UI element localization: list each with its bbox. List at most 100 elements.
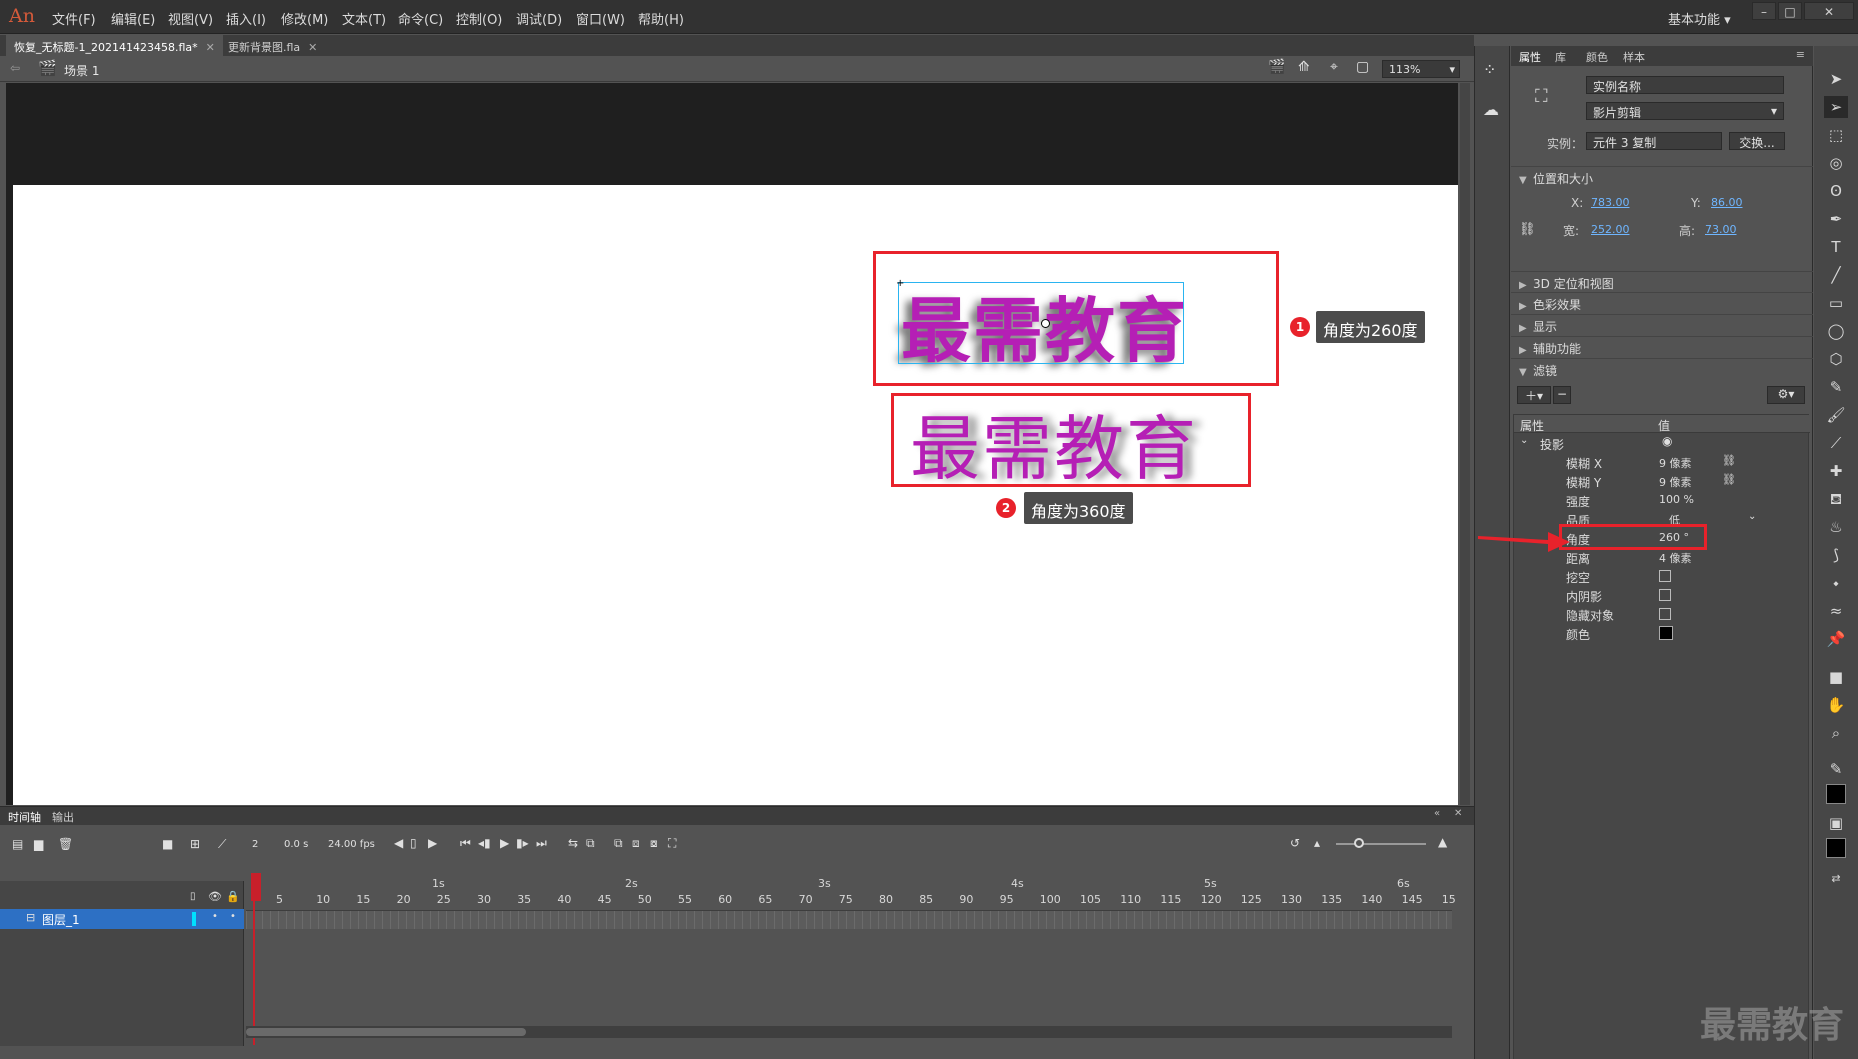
close-icon[interactable]: ✕ <box>308 41 317 54</box>
hide-object-checkbox[interactable] <box>1659 608 1671 620</box>
knockout-checkbox[interactable] <box>1659 570 1671 582</box>
height-value[interactable]: 73.00 <box>1705 223 1737 236</box>
pencil-tool-icon[interactable]: ✎ <box>1824 376 1848 398</box>
layer-name[interactable]: 图层_1 <box>42 911 80 928</box>
delete-layer-icon[interactable]: 🗑 <box>58 837 73 851</box>
prev-frame-icon[interactable]: ◂▮ <box>478 836 491 850</box>
swap-button[interactable]: 交换... <box>1729 132 1785 150</box>
free-transform-icon[interactable]: ⬚ <box>1824 124 1848 146</box>
tab-timeline[interactable]: 时间轴 <box>8 809 41 825</box>
menu-edit[interactable]: 编辑(E) <box>111 9 155 28</box>
filter-row-drop-shadow[interactable]: ⌄ 投影 ◉ <box>1514 433 1810 452</box>
camera-icon[interactable]: ■ <box>162 837 173 851</box>
frame-size-slider[interactable] <box>1336 838 1426 848</box>
visibility-dot[interactable]: • <box>212 911 218 922</box>
brush-tool-icon[interactable]: ⟋ <box>1824 432 1848 454</box>
tab-color[interactable]: 颜色 <box>1586 49 1608 65</box>
filter-row[interactable]: 强度 100 % <box>1514 490 1810 509</box>
frame-rate[interactable]: 24.00 fps <box>328 839 375 850</box>
add-filter-button[interactable]: ＋▾ <box>1517 386 1551 404</box>
chevron-down-icon[interactable]: ⌄ <box>1748 511 1756 522</box>
filter-prop-value[interactable]: 4 像素 <box>1659 550 1692 566</box>
link-icon[interactable]: ⛓ <box>1722 454 1736 467</box>
graph-icon[interactable]: ⟋ <box>218 837 226 852</box>
last-frame-icon[interactable]: ⏭ <box>536 836 547 851</box>
swap-colors-icon[interactable]: ⇄ <box>1824 868 1848 890</box>
play-icon[interactable]: ▶ <box>500 836 509 850</box>
workspace-switcher[interactable]: 基本功能 ▾ <box>1668 9 1731 28</box>
back-arrow-icon[interactable]: ⇦ <box>10 61 20 75</box>
center-playhead-icon[interactable]: ▯ <box>410 836 417 850</box>
polystar-tool-icon[interactable]: ⬡ <box>1824 348 1848 370</box>
shadow-color-swatch[interactable] <box>1659 626 1673 640</box>
link-icon[interactable]: ⛓ <box>1722 473 1736 486</box>
loop-icon[interactable]: ⇆ <box>568 836 578 850</box>
maximize-button[interactable]: □ <box>1778 2 1802 20</box>
new-layer-icon[interactable]: ▤ <box>12 837 23 851</box>
stroke-color-swatch[interactable] <box>1826 784 1846 804</box>
stage-vertical-scrollbar[interactable] <box>1460 83 1470 805</box>
close-icon[interactable]: ✕ <box>1454 808 1462 819</box>
inner-shadow-checkbox[interactable] <box>1659 589 1671 601</box>
menu-debug[interactable]: 调试(D) <box>516 9 562 28</box>
remove-filter-button[interactable]: − <box>1553 386 1571 404</box>
zoom-select[interactable]: 113% ▾ <box>1382 60 1460 78</box>
section-filters[interactable]: ▼ 滤镜 <box>1511 358 1813 378</box>
subselection-tool-icon[interactable]: ➢ <box>1824 96 1848 118</box>
width-tool-icon[interactable]: ≈ <box>1824 600 1848 622</box>
filter-row[interactable]: 挖空 <box>1514 566 1810 585</box>
tab-output[interactable]: 输出 <box>52 809 74 825</box>
filter-row[interactable]: 模糊 Y 9 像素 ⛓ <box>1514 471 1810 490</box>
edit-symbol-icon[interactable]: ⟰ <box>1298 59 1310 75</box>
current-frame[interactable]: 2 <box>252 839 258 850</box>
marker-right-icon[interactable]: ▶ <box>428 836 437 850</box>
zoom-out-icon[interactable]: ▴ <box>1314 836 1320 850</box>
zoom-in-icon[interactable]: ▲ <box>1438 835 1447 849</box>
eye-icon[interactable]: ◉ <box>1662 434 1672 448</box>
doc-tab-recovered[interactable]: 恢复_无标题-1_202141423458.fla* ✕ <box>6 35 223 56</box>
menu-modify[interactable]: 修改(M) <box>281 9 328 28</box>
fill-color-icon[interactable]: ▣ <box>1824 812 1848 834</box>
3d-rotation-icon[interactable]: ◎ <box>1824 152 1848 174</box>
eyedropper-icon[interactable]: ⟆ <box>1824 544 1848 566</box>
doc-tab-background[interactable]: 更新背景图.fla ✕ <box>220 35 325 56</box>
center-stage-icon[interactable]: ⌖ <box>1330 59 1338 75</box>
link-icon[interactable]: ⛓ <box>1519 222 1536 237</box>
filter-row[interactable]: 模糊 X 9 像素 ⛓ <box>1514 452 1810 471</box>
onion-outline-icon[interactable]: ⧈ <box>632 836 640 851</box>
section-3d[interactable]: ▶ 3D 定位和视图 <box>1511 271 1813 291</box>
ink-bottle-icon[interactable]: ♨ <box>1824 516 1848 538</box>
text-tool-icon[interactable]: T <box>1824 236 1848 258</box>
onion-skin-icon[interactable]: ⧉ <box>586 836 595 851</box>
eye-icon[interactable]: 👁 <box>208 890 222 903</box>
menu-control[interactable]: 控制(O) <box>456 9 502 28</box>
hand-tool-icon[interactable]: ✋ <box>1824 694 1848 716</box>
bone-tool-icon[interactable]: ✚ <box>1824 460 1848 482</box>
outline-toggle-icon[interactable]: ▯ <box>190 891 196 902</box>
menu-help[interactable]: 帮助(H) <box>638 9 684 28</box>
menu-view[interactable]: 视图(V) <box>168 9 213 28</box>
x-value[interactable]: 783.00 <box>1591 196 1630 209</box>
section-accessibility[interactable]: ▶ 辅助功能 <box>1511 336 1813 356</box>
new-folder-icon[interactable]: ▆ <box>34 837 43 851</box>
close-button[interactable]: ✕ <box>1804 2 1854 20</box>
oval-tool-icon[interactable]: ◯ <box>1824 320 1848 342</box>
timeline-horizontal-scrollbar[interactable] <box>246 1026 1452 1038</box>
slider-thumb[interactable] <box>1354 838 1364 848</box>
menu-commands[interactable]: 命令(C) <box>398 9 443 28</box>
width-value[interactable]: 252.00 <box>1591 223 1630 236</box>
paint-brush-icon[interactable]: 🖌 <box>1824 404 1848 426</box>
marker-left-icon[interactable]: ◀ <box>394 836 403 850</box>
pen-tool-icon[interactable]: ✒ <box>1824 208 1848 230</box>
layer-frames[interactable] <box>246 911 1452 929</box>
line-tool-icon[interactable]: ╱ <box>1824 264 1848 286</box>
filter-prop-value[interactable]: 9 像素 <box>1659 455 1692 471</box>
current-time[interactable]: 0.0 s <box>284 839 308 850</box>
camera-tool-icon[interactable]: ■ <box>1824 666 1848 688</box>
menu-text[interactable]: 文本(T) <box>342 9 386 28</box>
first-frame-icon[interactable]: ⏮ <box>460 836 471 851</box>
lasso-icon[interactable]: ʘ <box>1824 180 1848 202</box>
rectangle-tool-icon[interactable]: ▭ <box>1824 292 1848 314</box>
pin-tool-icon[interactable]: 📌 <box>1824 628 1848 650</box>
stroke-color-icon[interactable]: ✎ <box>1824 758 1848 780</box>
